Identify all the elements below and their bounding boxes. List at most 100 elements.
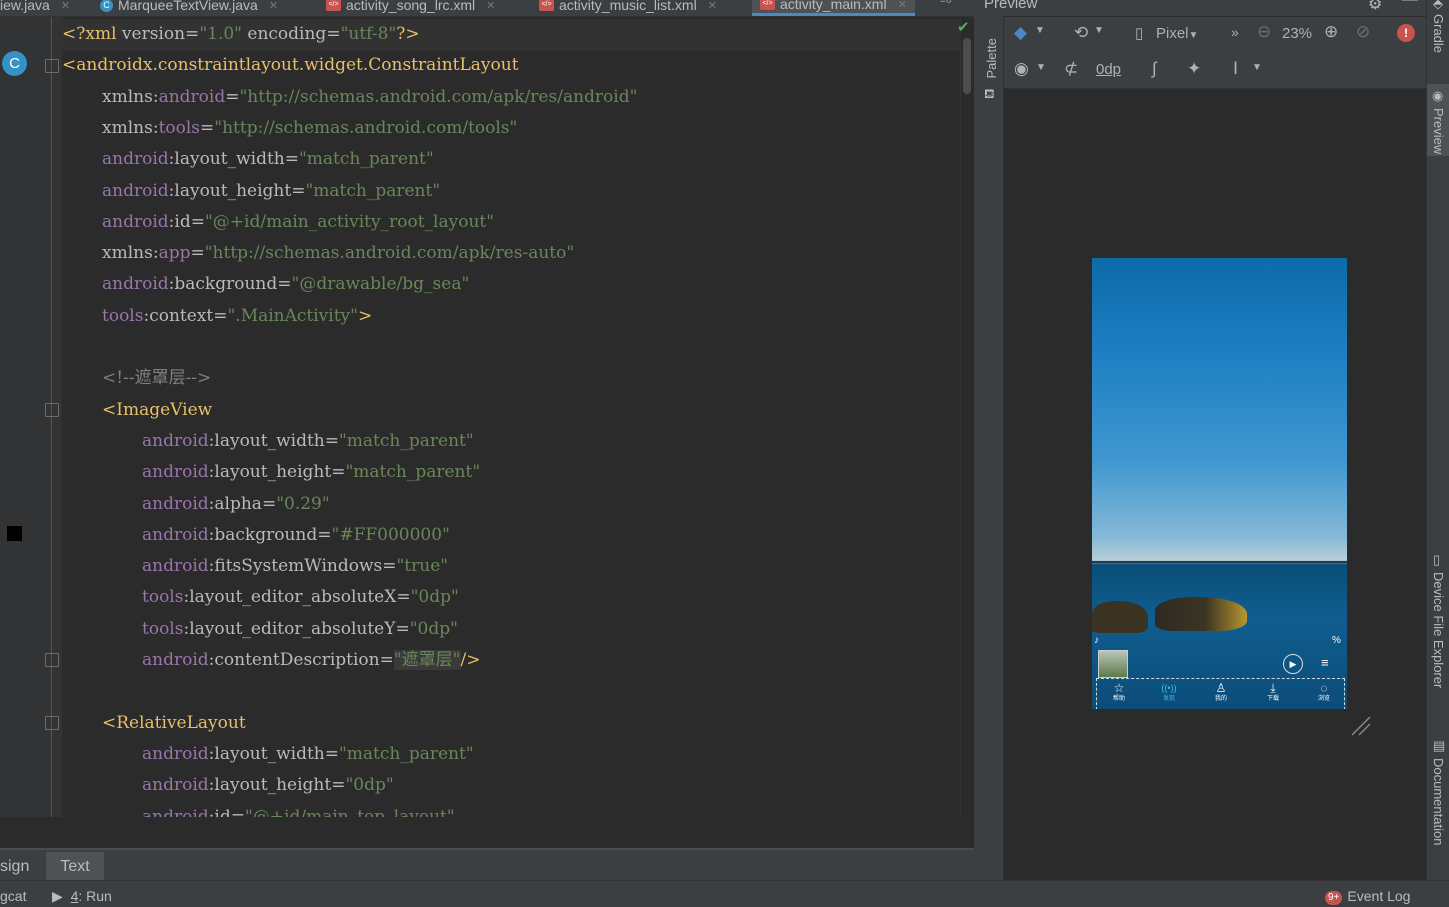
documentation-tab[interactable]: Documentation xyxy=(1431,758,1446,845)
play-icon[interactable]: ▶ xyxy=(1283,654,1303,674)
code-line[interactable]: android:layout_width="match_parent" xyxy=(62,144,434,175)
tab-text[interactable]: Text xyxy=(46,852,104,882)
eye-icon[interactable]: ◉ xyxy=(1014,59,1029,79)
code-line[interactable]: android:background="#FF000000" xyxy=(62,520,450,551)
color-swatch-icon[interactable] xyxy=(7,526,22,541)
playlist-icon[interactable]: ≡ xyxy=(1321,655,1329,670)
fold-icon[interactable] xyxy=(45,716,59,730)
tab-marquee-textview[interactable]: C MarqueeTextView.java ✕ xyxy=(100,0,278,15)
code-line[interactable]: <?xml version="1.0" encoding="utf-8"?> xyxy=(62,19,960,50)
code-line[interactable]: tools:layout_editor_absoluteY="0dp" xyxy=(62,614,458,645)
fold-icon[interactable] xyxy=(45,59,59,73)
preview-tab[interactable]: Preview xyxy=(1431,108,1446,154)
close-icon[interactable]: ✕ xyxy=(61,0,70,12)
logcat-tool-button[interactable]: gcat xyxy=(0,888,26,904)
album-cover[interactable] xyxy=(1098,650,1128,678)
code-line[interactable]: android:layout_height="match_parent" xyxy=(62,176,440,207)
close-icon[interactable]: ✕ xyxy=(269,0,278,12)
code-line[interactable]: android:fitsSystemWindows="true" xyxy=(62,551,448,582)
orientation-icon[interactable]: ⟲ xyxy=(1074,23,1088,43)
more-icon[interactable]: » xyxy=(1231,24,1239,40)
resize-handle-icon[interactable] xyxy=(1350,715,1372,737)
code-line[interactable]: android:layout_height="0dp" xyxy=(62,770,394,801)
attr-namespace: android xyxy=(142,775,209,796)
code-line[interactable]: android:layout_height="match_parent" xyxy=(62,457,480,488)
code-line[interactable]: xmlns:app="http://schemas.android.com/ap… xyxy=(62,238,574,269)
star-icon: ☆ xyxy=(1113,681,1125,695)
gradle-tab[interactable]: Gradle xyxy=(1431,14,1446,53)
attr-namespace: xmlns xyxy=(102,117,153,138)
tab-overflow-button[interactable]: ≡6 xyxy=(940,0,951,6)
tab-label: activity_music_list.xml xyxy=(559,0,697,13)
code-line[interactable]: <ImageView xyxy=(62,395,212,426)
nav-item-mine[interactable]: ♙ 我的 xyxy=(1201,681,1241,703)
minimize-icon[interactable]: — xyxy=(1402,0,1418,9)
code-line[interactable]: android:id="@+id/main_activity_root_layo… xyxy=(62,207,494,238)
error-icon[interactable]: ! xyxy=(1397,24,1415,42)
code-line[interactable]: xmlns:tools="http://schemas.android.com/… xyxy=(62,113,517,144)
zoom-fit-icon[interactable]: ⊘ xyxy=(1356,22,1370,42)
nav-item-browse[interactable]: ◌ 浏览 xyxy=(1304,681,1344,703)
zoom-out-icon[interactable]: ⊖ xyxy=(1257,22,1271,42)
attr-eq: = xyxy=(284,149,299,170)
device-icon[interactable]: ▯ xyxy=(1135,24,1143,42)
code-line[interactable]: android:alpha="0.29" xyxy=(62,489,330,520)
nav-item-help[interactable]: ☆ 帮助 xyxy=(1099,681,1139,703)
guidelines-icon[interactable]: Ⅰ xyxy=(1233,59,1238,79)
attr-namespace: tools xyxy=(142,587,184,608)
close-icon[interactable]: ✕ xyxy=(898,0,907,11)
attr-eq: = xyxy=(324,743,339,764)
chevron-down-icon[interactable]: ▼ xyxy=(1035,25,1045,36)
code-line[interactable]: <!--遮罩层--> xyxy=(62,363,211,394)
gear-icon[interactable]: ⚙ xyxy=(1368,0,1382,14)
code-line[interactable]: android:layout_width="match_parent" xyxy=(62,426,474,457)
magnet-off-icon[interactable]: ⊄ xyxy=(1064,59,1078,79)
run-tool-button[interactable]: ▶ 4: Run xyxy=(52,888,112,905)
layers-icon[interactable]: ◆ xyxy=(1014,23,1027,43)
nav-item-download[interactable]: ⤓ 下载 xyxy=(1253,681,1293,703)
tab-design[interactable]: sign xyxy=(0,858,29,876)
code-line[interactable]: android:background="@drawable/bg_sea" xyxy=(62,269,469,300)
compass-icon: ◌ xyxy=(1320,681,1328,695)
chevron-down-icon[interactable]: ▼ xyxy=(1252,62,1262,73)
code-line[interactable]: android:id="@+id/main_top_layout" xyxy=(62,802,455,818)
tag-end: > xyxy=(357,305,373,326)
phone-preview[interactable]: ♪ % ▶ ≡ ☆ 帮助 ((•)) 发现 ♙ 我的 ⤓ 下载 ◌ 浏览 xyxy=(1092,258,1347,709)
default-margin-field[interactable]: 0dp xyxy=(1096,61,1121,78)
editor-scrollbar[interactable] xyxy=(960,17,975,817)
attr-value: "@+id/main_activity_root_layout" xyxy=(204,211,495,232)
device-file-explorer-tab[interactable]: Device File Explorer xyxy=(1431,572,1446,688)
magic-wand-icon[interactable]: ✦ xyxy=(1187,59,1201,79)
palette-icon: ⛾ xyxy=(984,86,995,101)
clear-constraints-icon[interactable]: ∫ xyxy=(1152,59,1157,79)
fold-icon[interactable] xyxy=(45,653,59,667)
tab-activity-song-lrc[interactable]: </> activity_song_lrc.xml ✕ xyxy=(326,0,495,15)
inspection-ok-icon[interactable]: ✔ xyxy=(957,18,970,36)
tab-activity-main[interactable]: </> activity_main.xml ✕ xyxy=(752,0,915,16)
nav-item-discover[interactable]: ((•)) 发现 xyxy=(1149,681,1189,703)
close-icon[interactable]: ✕ xyxy=(708,0,717,12)
code-editor[interactable]: <?xml version="1.0" encoding="utf-8"?> <a… xyxy=(62,17,960,817)
chevron-down-icon[interactable]: ▼ xyxy=(1094,25,1104,36)
code-line[interactable]: android:contentDescription="遮罩层"/> xyxy=(62,645,480,676)
palette-tab[interactable]: Palette xyxy=(984,38,999,78)
preview-toolbar-bottom: ◉ ▼ ⊄ 0dp ∫ ✦ Ⅰ ▼ xyxy=(1004,52,1426,89)
class-c-icon[interactable]: C xyxy=(2,51,27,76)
tab-file-1[interactable]: iew.java ✕ xyxy=(0,0,70,15)
device-selector[interactable]: Pixel▼ xyxy=(1156,25,1198,42)
code-line[interactable]: android:layout_width="match_parent" xyxy=(62,739,474,770)
code-line[interactable]: xmlns:android="http://schemas.android.co… xyxy=(62,82,637,113)
code-line[interactable]: tools:context=".MainActivity"> xyxy=(62,301,372,332)
event-log-button[interactable]: 9+ Event Log xyxy=(1325,888,1410,905)
code-line[interactable]: <RelativeLayout xyxy=(62,708,246,739)
chevron-down-icon[interactable]: ▼ xyxy=(1036,62,1046,73)
fold-icon[interactable] xyxy=(45,403,59,417)
editor-scrollbar-thumb[interactable] xyxy=(963,38,971,94)
editor-gutter xyxy=(0,17,62,817)
attr-namespace: android xyxy=(102,211,169,232)
code-line[interactable]: <androidx.constraintlayout.widget.Constr… xyxy=(62,50,519,81)
code-line[interactable]: tools:layout_editor_absoluteX="0dp" xyxy=(62,582,459,613)
close-icon[interactable]: ✕ xyxy=(486,0,495,12)
tab-activity-music-list[interactable]: </> activity_music_list.xml ✕ xyxy=(539,0,717,15)
zoom-in-icon[interactable]: ⊕ xyxy=(1324,22,1338,42)
